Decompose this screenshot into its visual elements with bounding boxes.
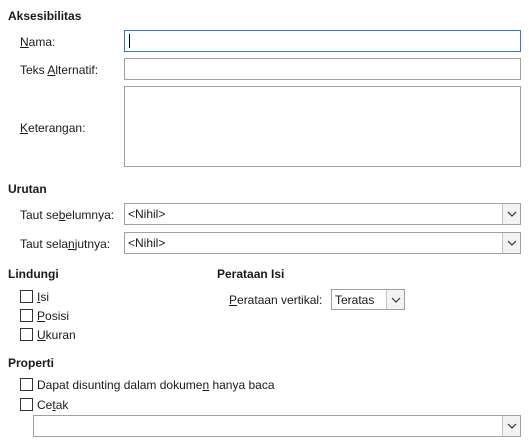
next-link-select[interactable]: <Nihil> [124,232,521,254]
vertical-alignment-select[interactable]: Teratas [331,289,405,310]
protect-section-title: Lindungi [8,267,59,281]
chevron-down-icon [507,240,516,246]
accessibility-section-title: Aksesibilitas [8,9,82,23]
editable-readonly-label[interactable]: Dapat disunting dalam dokumen hanya baca [37,378,275,392]
protect-size-label[interactable]: Ukuran [37,328,76,342]
protect-position-label[interactable]: Posisi [37,309,69,323]
next-link-value: <Nihil> [128,236,166,250]
chevron-down-icon [507,423,516,429]
print-checkbox[interactable] [20,398,33,411]
prev-link-select[interactable]: <Nihil> [124,203,521,225]
prev-link-value: <Nihil> [128,207,166,221]
prev-link-dropdown-button[interactable] [502,204,520,224]
print-label[interactable]: Cetak [37,398,68,412]
prev-link-label: Taut sebelumnya: [20,208,115,222]
next-link-dropdown-button[interactable] [502,233,520,253]
name-input[interactable] [124,30,521,52]
name-label: Nama: [20,35,56,49]
description-label: Keterangan: [20,121,86,135]
description-textarea[interactable] [124,86,521,167]
chevron-down-icon [391,297,400,303]
protect-content-checkbox[interactable] [20,290,33,303]
chevron-down-icon [507,211,516,217]
vertical-alignment-label: Perataan vertikal: [229,293,323,307]
sequence-section-title: Urutan [8,182,47,196]
protect-content-label[interactable]: Isi [37,290,49,304]
editable-readonly-checkbox[interactable] [20,378,33,391]
text-direction-dropdown-button[interactable] [502,416,520,436]
protect-position-checkbox[interactable] [20,309,33,322]
vertical-alignment-value: Teratas [335,293,375,307]
text-caret [129,34,130,48]
protect-size-checkbox[interactable] [20,328,33,341]
alt-text-label: Teks Alternatif: [20,63,99,77]
next-link-label: Taut selanjutnya: [20,237,111,251]
text-direction-select[interactable] [33,415,521,437]
alt-text-input[interactable] [124,58,521,80]
content-alignment-section-title: Perataan Isi [217,267,285,281]
vertical-alignment-dropdown-button[interactable] [386,290,404,309]
properties-section-title: Properti [8,356,55,370]
